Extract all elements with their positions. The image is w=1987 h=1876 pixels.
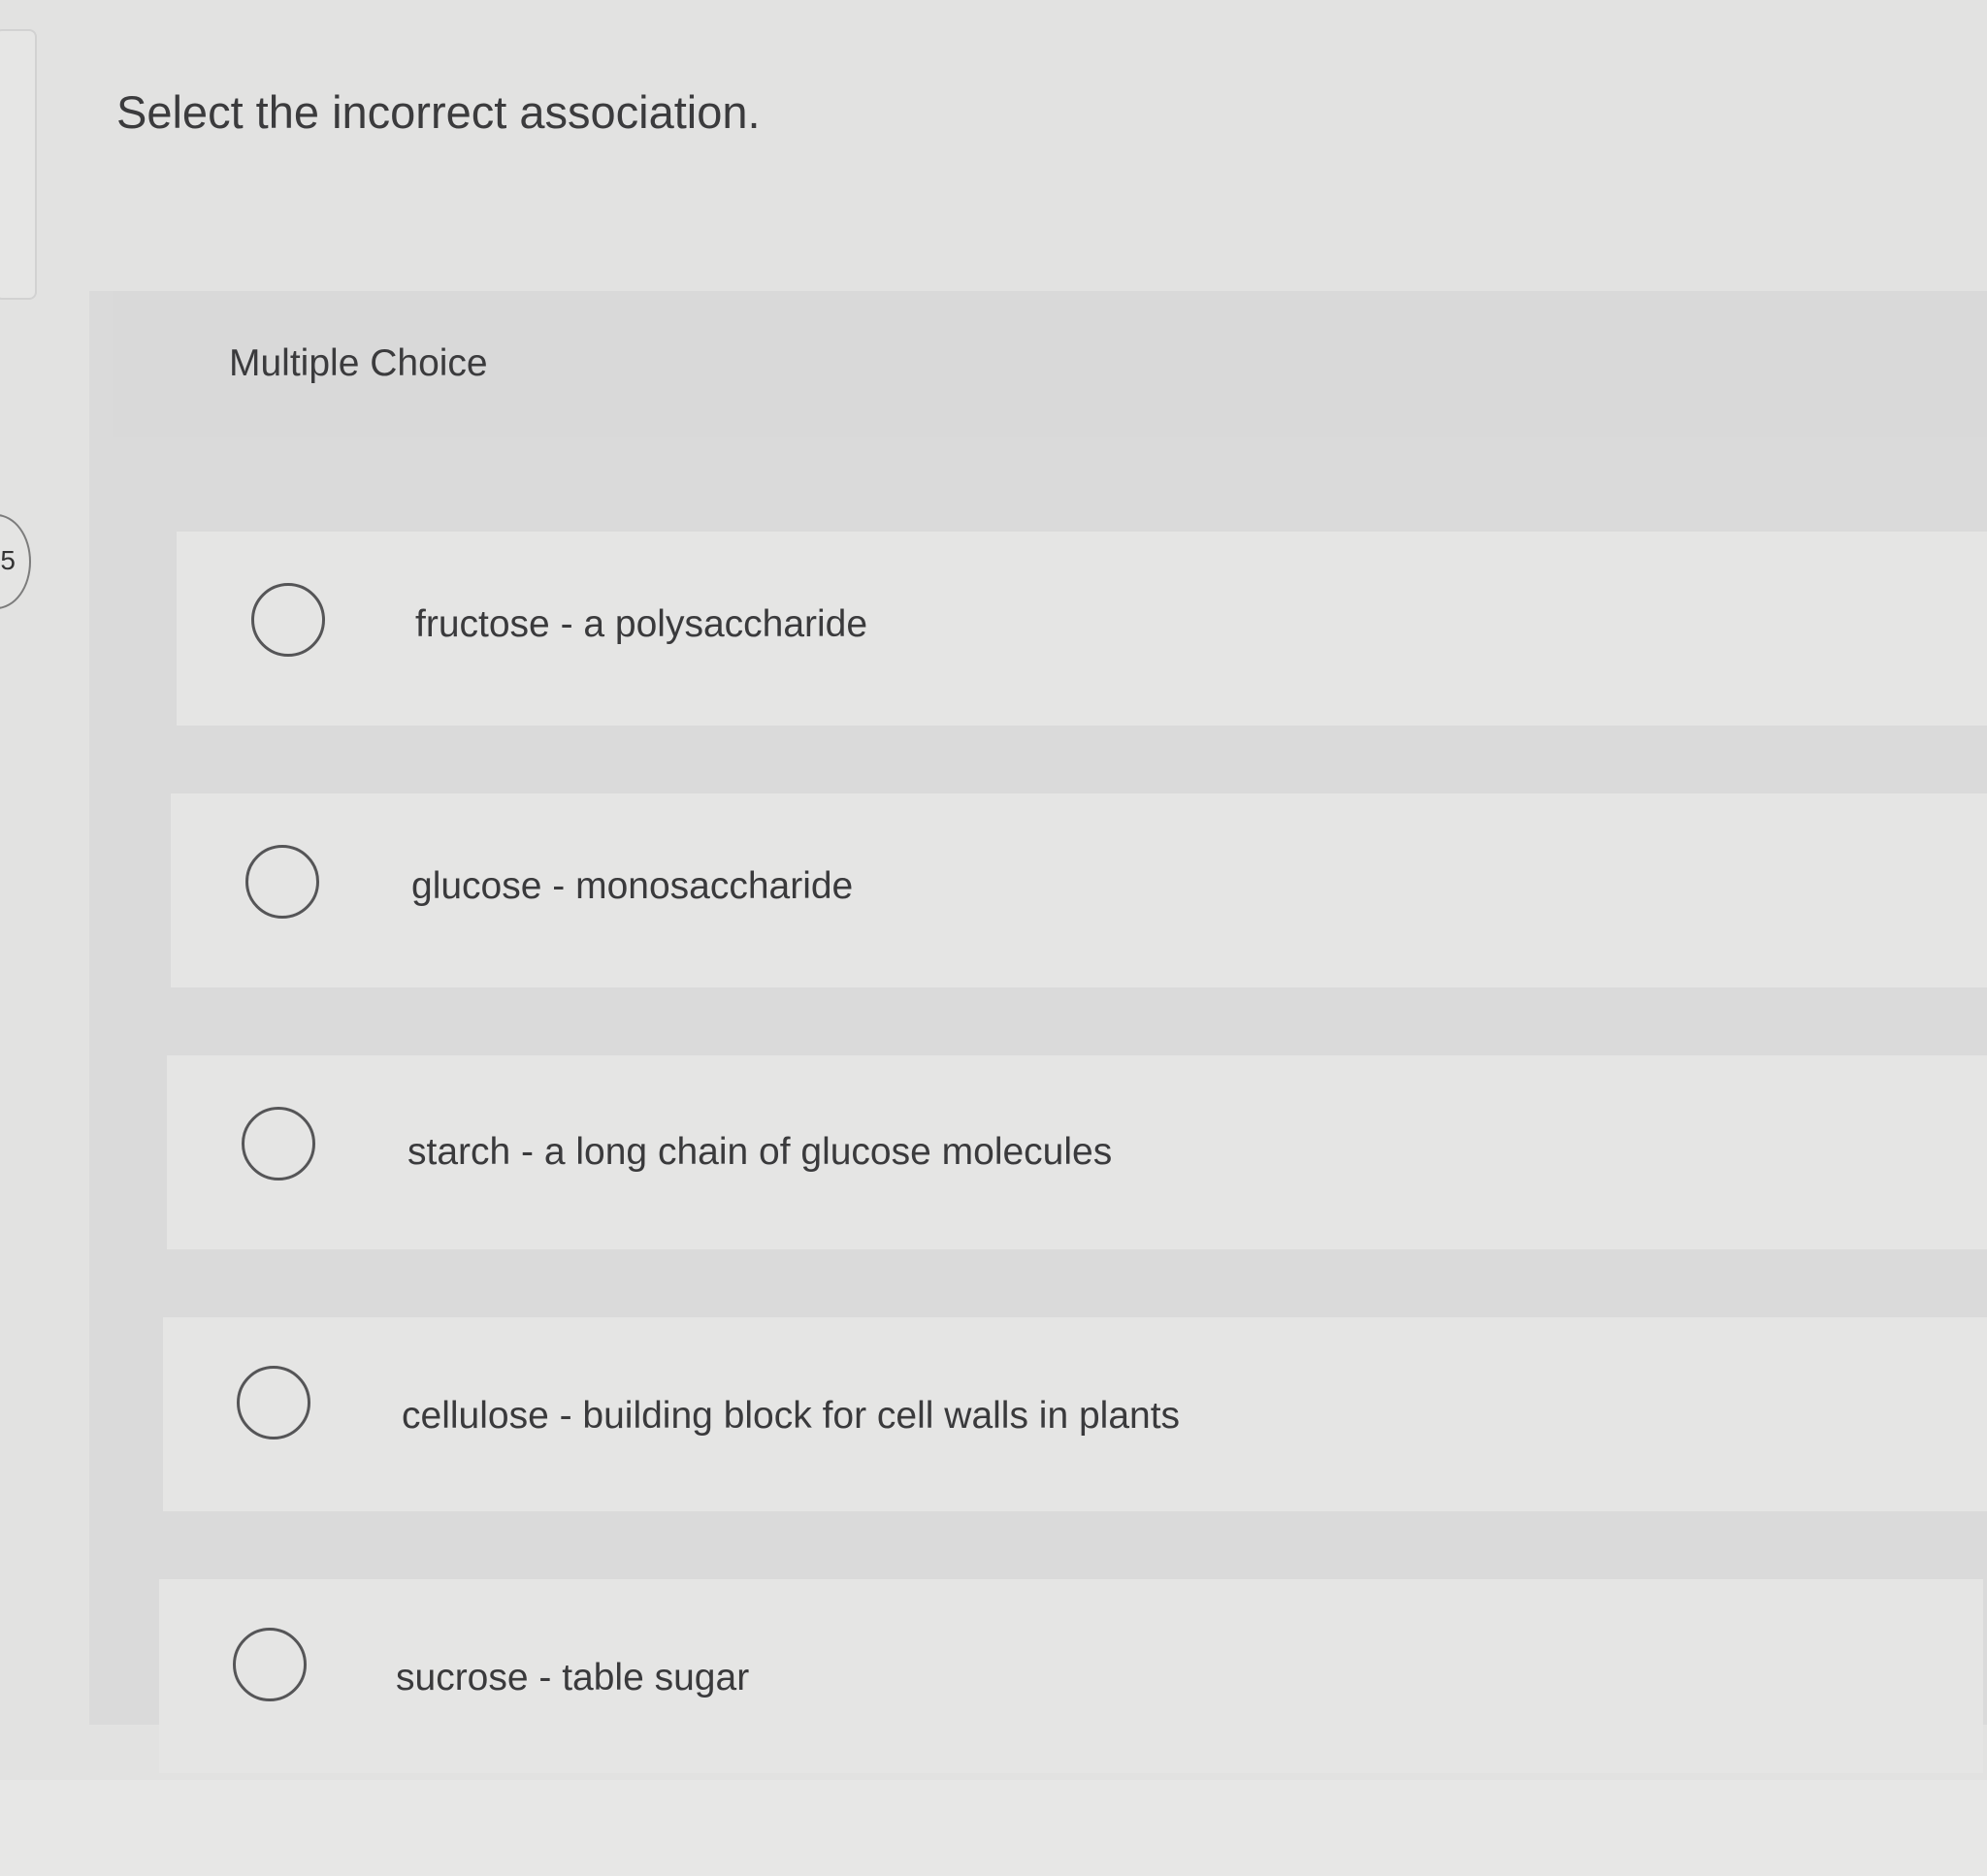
radio-button-icon[interactable] xyxy=(245,845,319,919)
answer-option-fructose[interactable]: fructose - a polysaccharide xyxy=(177,532,1987,726)
answer-option-glucose[interactable]: glucose - monosaccharide xyxy=(171,793,1987,987)
answer-option-label: cellulose - building block for cell wall… xyxy=(402,1395,1181,1437)
answer-option-label: fructose - a polysaccharide xyxy=(415,603,868,645)
answer-option-label: glucose - monosaccharide xyxy=(411,865,854,907)
answer-option-cellulose[interactable]: cellulose - building block for cell wall… xyxy=(163,1317,1987,1511)
page-bottom-area xyxy=(0,1780,1987,1876)
radio-button-icon[interactable] xyxy=(233,1628,307,1701)
radio-button-icon[interactable] xyxy=(237,1366,310,1439)
question-number-badge: 5 xyxy=(0,514,31,609)
answer-option-starch[interactable]: starch - a long chain of glucose molecul… xyxy=(167,1055,1987,1249)
radio-button-icon[interactable] xyxy=(242,1107,315,1181)
answer-option-label: sucrose - table sugar xyxy=(396,1657,750,1698)
answer-option-sucrose[interactable]: sucrose - table sugar xyxy=(159,1579,1983,1773)
question-number: 5 xyxy=(0,545,16,575)
answer-option-label: starch - a long chain of glucose molecul… xyxy=(407,1131,1113,1173)
question-prompt: Select the incorrect association. xyxy=(116,86,761,138)
multiple-choice-heading: Multiple Choice xyxy=(229,342,488,384)
radio-button-icon[interactable] xyxy=(251,583,325,657)
left-side-tab xyxy=(0,29,37,300)
